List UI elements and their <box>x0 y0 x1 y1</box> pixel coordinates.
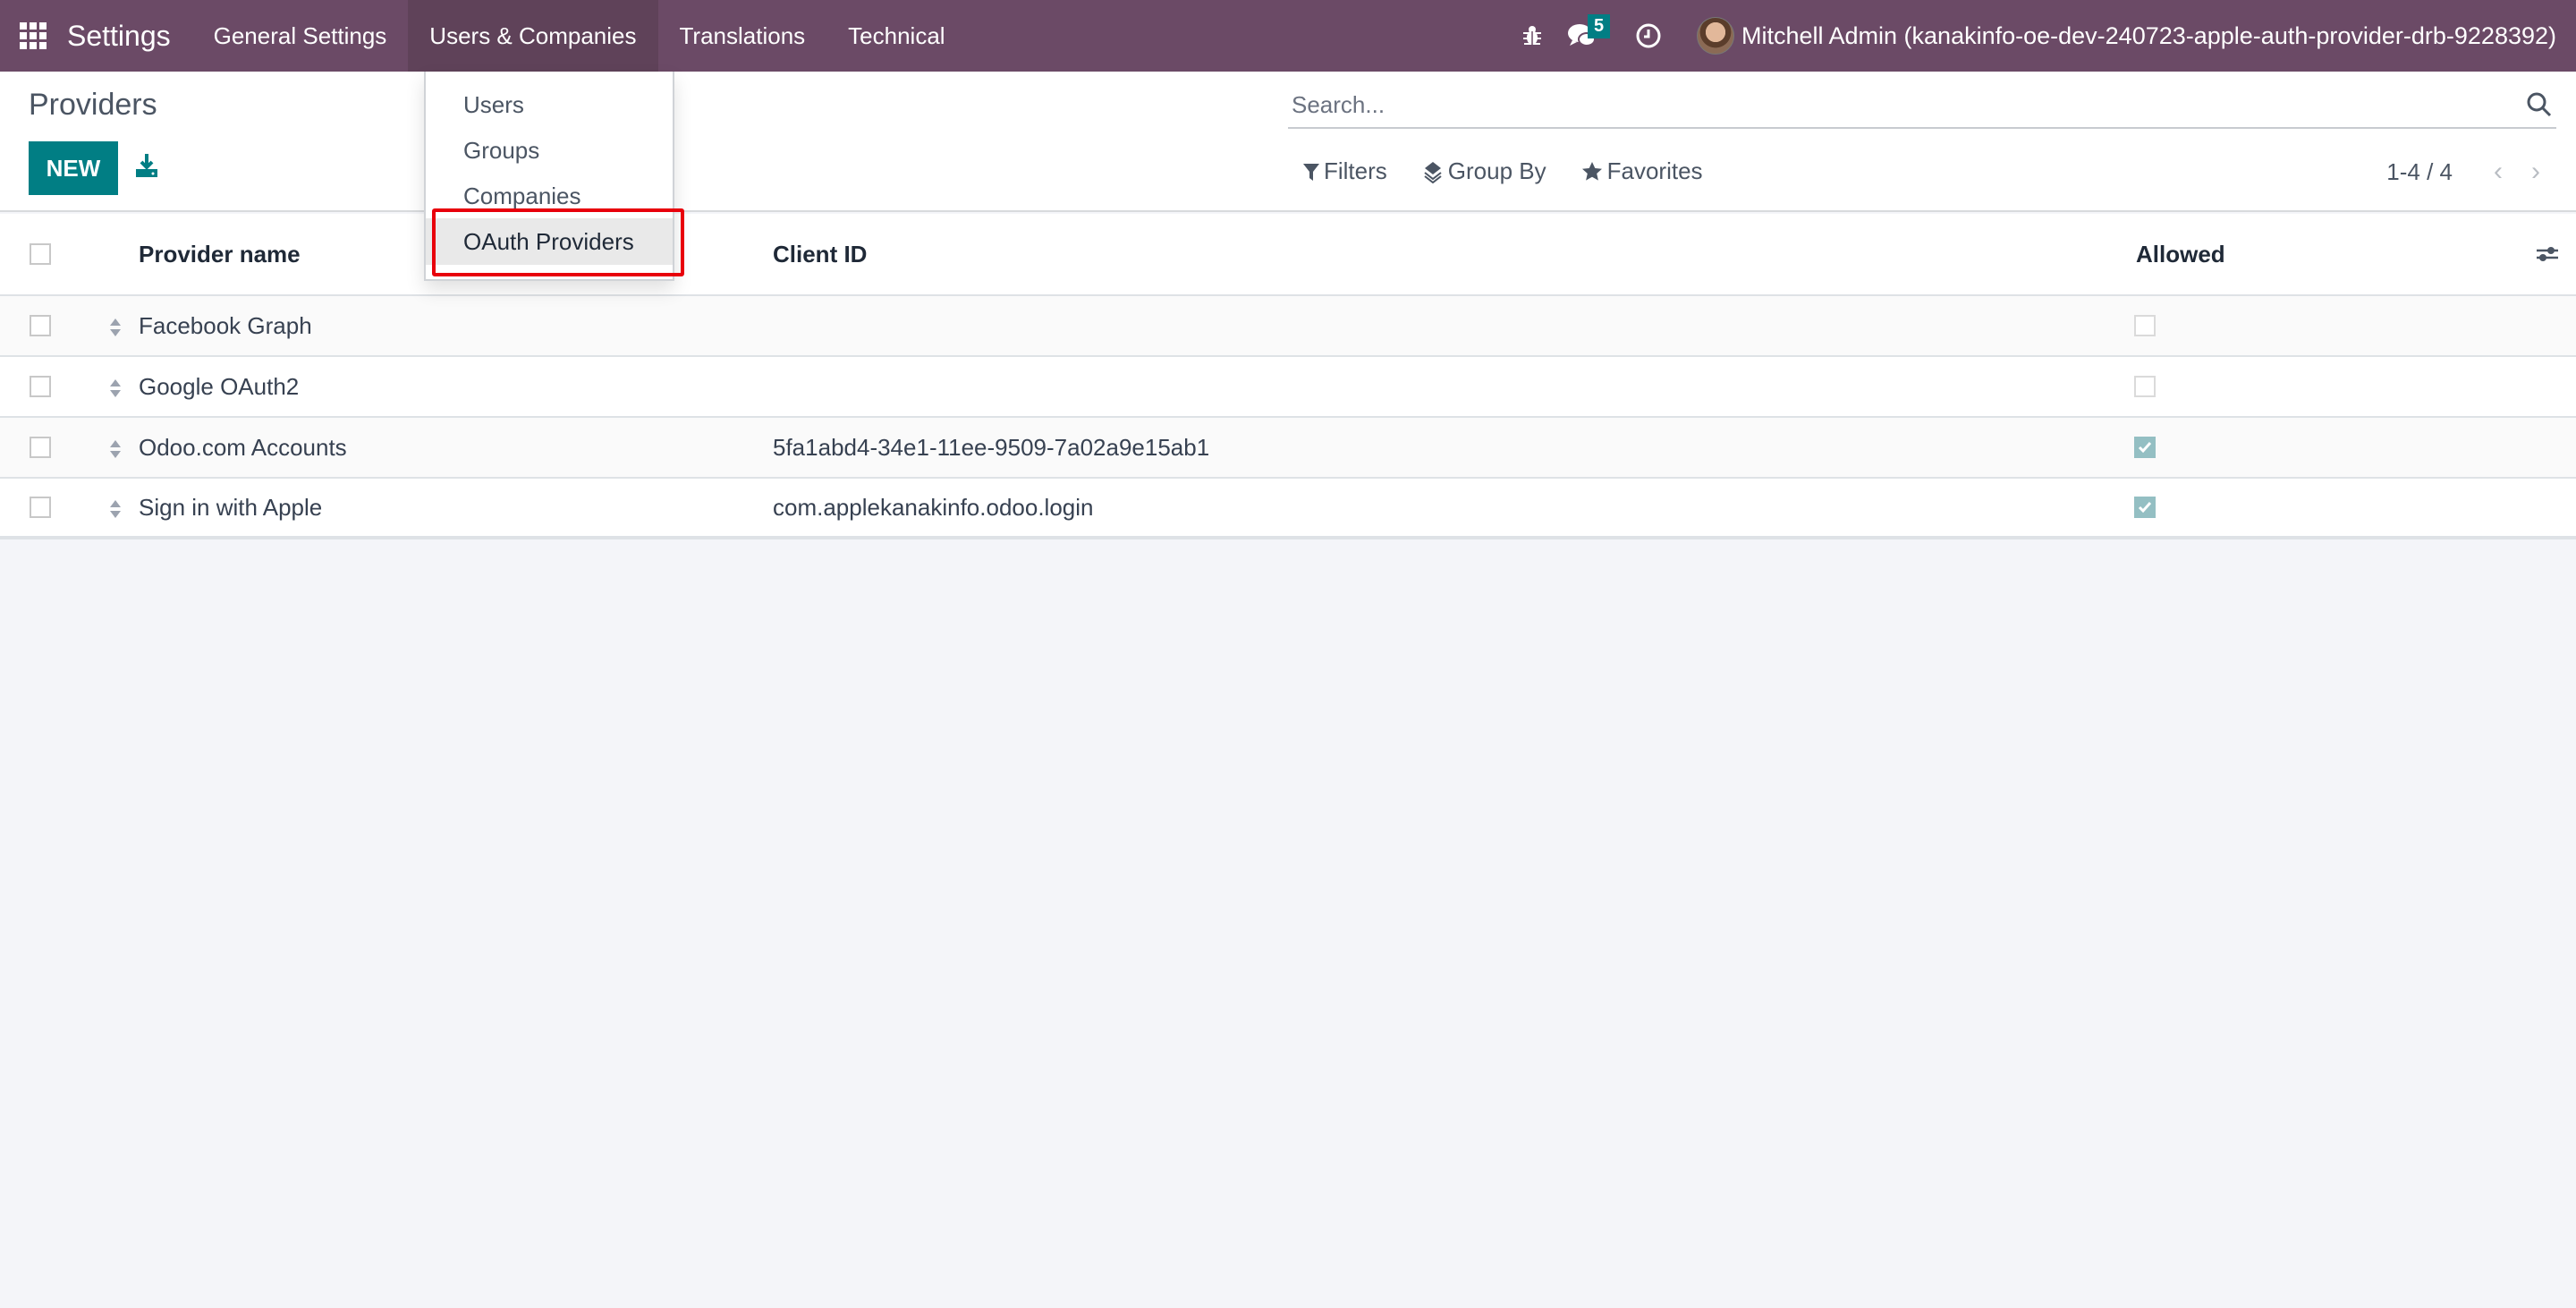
menu-users-companies[interactable]: Users & Companies <box>408 0 658 72</box>
row-checkbox[interactable] <box>30 315 51 336</box>
column-header-allowed[interactable]: Allowed <box>2136 241 2225 268</box>
allowed-checkbox <box>2134 376 2156 397</box>
optional-columns-icon[interactable] <box>2533 240 2562 268</box>
menu-technical[interactable]: Technical <box>826 0 966 72</box>
column-header-client-id[interactable]: Client ID <box>773 241 867 268</box>
apps-grid-icon[interactable] <box>0 0 72 72</box>
drag-handle-icon[interactable] <box>109 316 122 336</box>
provider-name-cell: Odoo.com Accounts <box>139 433 347 461</box>
pager-next-icon[interactable]: › <box>2517 154 2555 190</box>
layers-icon <box>1424 161 1442 183</box>
new-button[interactable]: NEW <box>29 141 118 195</box>
favorites-label: Favorites <box>1606 157 1703 184</box>
column-header-provider-name[interactable]: Provider name <box>139 241 301 268</box>
clock-icon[interactable] <box>1623 0 1674 72</box>
dropdown-item-groups[interactable]: Groups <box>426 127 673 174</box>
avatar[interactable] <box>1696 17 1734 55</box>
chat-icon[interactable]: 5 <box>1557 0 1611 72</box>
menu-general-settings[interactable]: General Settings <box>192 0 409 72</box>
pager-previous-icon[interactable]: ‹ <box>2479 154 2517 190</box>
table-header: Provider name Client ID Allowed <box>0 214 2576 296</box>
provider-name-cell: Facebook Graph <box>139 311 312 339</box>
drag-handle-icon[interactable] <box>109 377 122 397</box>
favorites-button[interactable]: Favorites <box>1580 157 1703 185</box>
table-row[interactable]: Facebook Graph <box>0 296 2576 357</box>
group-by-label: Group By <box>1447 157 1546 184</box>
allowed-checkbox <box>2134 315 2156 336</box>
users-companies-dropdown: Users Groups Companies OAuth Providers <box>424 72 674 281</box>
providers-table: Provider name Client ID Allowed Facebook… <box>0 214 2576 539</box>
row-checkbox[interactable] <box>30 497 51 518</box>
search-options: Filters Group By Favorites <box>1302 157 1737 185</box>
client-id-cell: com.applekanakinfo.odoo.login <box>773 493 1094 521</box>
app-name[interactable]: Settings <box>67 20 171 53</box>
search-box <box>1288 82 2556 129</box>
page-title[interactable]: Providers <box>29 88 157 123</box>
dropdown-item-users[interactable]: Users <box>426 81 673 128</box>
table-row[interactable]: Odoo.com Accounts 5fa1abd4-34e1-11ee-9509… <box>0 418 2576 479</box>
top-navbar: Settings General Settings Users & Compan… <box>0 0 2576 72</box>
checkmark-icon <box>2138 502 2152 514</box>
row-checkbox[interactable] <box>30 376 51 397</box>
dropdown-item-companies[interactable]: Companies <box>426 173 673 219</box>
filters-button[interactable]: Filters <box>1302 157 1387 185</box>
bug-icon[interactable] <box>1507 0 1557 72</box>
dropdown-item-oauth-providers[interactable]: OAuth Providers <box>426 218 673 265</box>
allowed-checkbox <box>2134 437 2156 458</box>
download-icon[interactable] <box>134 152 159 179</box>
filters-label: Filters <box>1324 157 1387 184</box>
search-icon[interactable] <box>2526 91 2553 118</box>
drag-handle-icon[interactable] <box>109 497 122 518</box>
allowed-checkbox <box>2134 497 2156 518</box>
menu-translations[interactable]: Translations <box>658 0 827 72</box>
messages-badge: 5 <box>1587 14 1611 38</box>
star-icon <box>1581 161 1602 181</box>
table-row[interactable]: Google OAuth2 <box>0 357 2576 418</box>
user-menu[interactable]: Mitchell Admin (kanakinfo-oe-dev-240723-… <box>1741 22 2556 50</box>
pager: 1-4 / 4 ‹ › <box>2386 154 2576 190</box>
pager-value[interactable]: 1-4 / 4 <box>2386 158 2453 186</box>
select-all-checkbox[interactable] <box>30 243 51 265</box>
client-id-cell: 5fa1abd4-34e1-11ee-9509-7a02a9e15ab1 <box>773 433 1210 461</box>
provider-name-cell: Sign in with Apple <box>139 493 323 521</box>
drag-handle-icon[interactable] <box>109 437 122 458</box>
group-by-button[interactable]: Group By <box>1421 157 1546 185</box>
control-panel: Providers NEW Filters Group By Favorites… <box>0 72 2576 212</box>
provider-name-cell: Google OAuth2 <box>139 372 300 400</box>
row-checkbox[interactable] <box>30 437 51 458</box>
table-row[interactable]: Sign in with Apple com.applekanakinfo.odo… <box>0 479 2576 539</box>
filter-icon <box>1303 163 1319 181</box>
checkmark-icon <box>2138 442 2152 454</box>
search-input[interactable] <box>1288 90 2556 119</box>
